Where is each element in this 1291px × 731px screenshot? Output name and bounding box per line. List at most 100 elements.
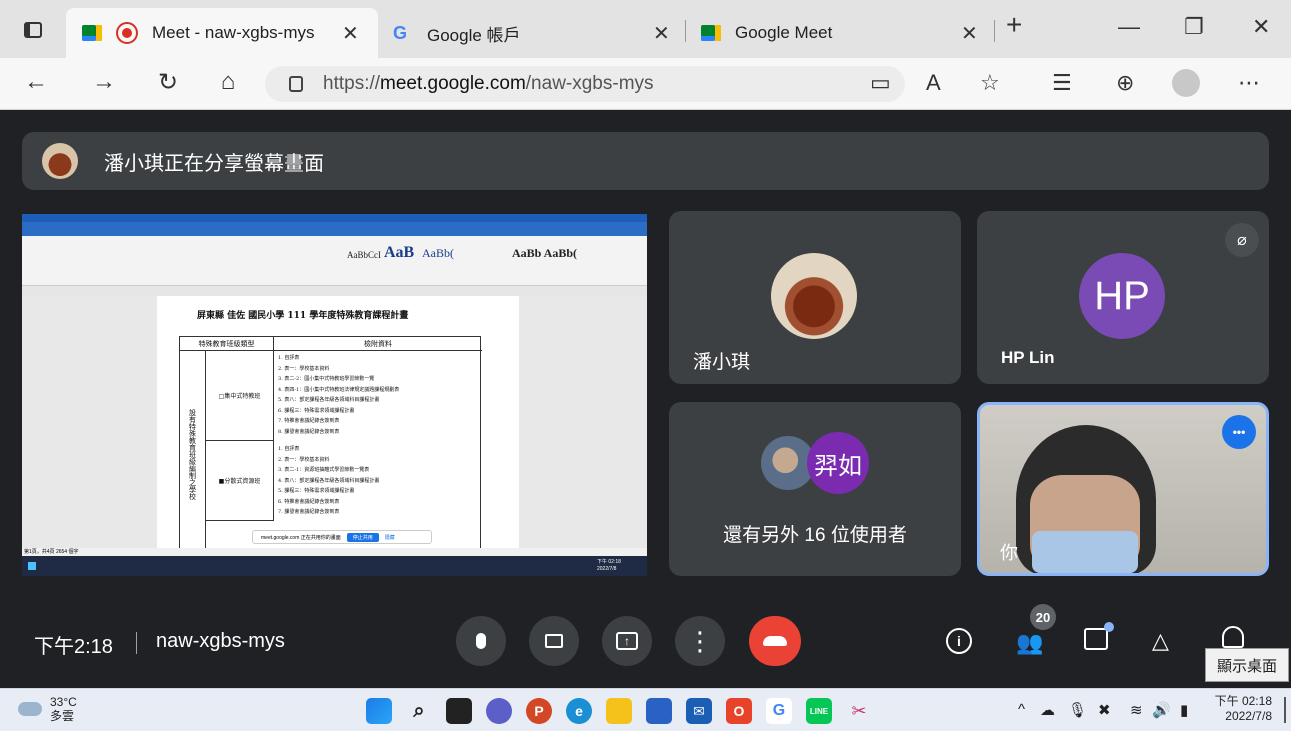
clock-time: 下午 02:18 [1214, 694, 1272, 708]
chrome-icon[interactable]: G [766, 698, 792, 724]
doc-table: 特殊教育班級類型 檢附資料 設有特殊教育班級編制之學校 □集中式特教班 ■分散式… [179, 336, 482, 548]
meeting-code: naw-xgbs-mys [156, 630, 285, 652]
search-icon[interactable]: ⌕ [406, 698, 432, 724]
back-icon[interactable]: ← [20, 68, 52, 96]
mail-icon[interactable]: ✉ [686, 698, 712, 724]
windows-start-icon [28, 562, 36, 570]
url-host: meet.google.com [380, 73, 526, 94]
volume-icon[interactable]: 🔊 [1152, 701, 1171, 719]
shared-screen: AaBbCcI AaB AaBb( AaBb AaBb( 屏東縣 佳佐 國民小學… [22, 214, 647, 576]
lock-icon [289, 76, 303, 92]
file-explorer-icon[interactable] [606, 698, 632, 724]
url-field[interactable]: https://meet.google.com/naw-xgbs-mys [265, 66, 905, 102]
doc-item: 7. 課發會會議紀錄含簽到表 [278, 509, 340, 515]
task-view-icon[interactable] [446, 698, 472, 724]
shared-taskbar: 下午 02:18 2022/7/8 [22, 556, 647, 576]
doc-item: 2. 表一：學校基本資料 [278, 456, 330, 463]
office-icon[interactable]: O [726, 698, 752, 724]
style-aabbcc: AaBbCcI [347, 250, 381, 260]
address-bar-row: ← → ↻ ⌂ https://meet.google.com/naw-xgbs… [0, 58, 1291, 110]
tab-meet[interactable]: Meet - naw-xgbs-mys ✕ [66, 8, 378, 58]
doc-col2: 檢附資料 [274, 337, 482, 351]
host-controls-icon[interactable] [1222, 626, 1244, 648]
snipping-tool-icon[interactable]: ✂ [846, 698, 872, 724]
tab-close-icon[interactable]: ✕ [961, 21, 978, 46]
self-mask [1032, 531, 1138, 573]
minimize-icon[interactable]: — [1118, 14, 1140, 40]
windows-taskbar: 33°C 多雲 ⌕ P e ✉ O G LINE ✂ ^ ☁ 🎙 ✖ ≋ 🔊 ▮… [0, 688, 1291, 731]
doc-title: 屏東縣 佳佐 國民小學 111 學年度特殊教育課程計畫 [197, 311, 409, 321]
taskbar-clock[interactable]: 下午 02:18 2022/7/8 [1214, 694, 1272, 724]
store-icon[interactable] [646, 698, 672, 724]
add-favorite-icon[interactable]: ☆ [980, 70, 1000, 96]
home-icon[interactable]: ⌂ [212, 68, 244, 96]
doc-item: 4. 表八：部定課程各年級各領域科目課程計畫 [278, 477, 380, 484]
participant-name: HP Lin [1001, 348, 1055, 367]
doc-item: 3. 表二-2：國小集中式特教班學習節數一覽 [278, 376, 375, 382]
refresh-icon[interactable]: ↻ [152, 68, 184, 97]
windows-start-icon[interactable] [366, 698, 392, 724]
teams-chat-icon[interactable] [486, 698, 512, 724]
self-tile[interactable]: ••• 你 [977, 402, 1269, 576]
chat-icon[interactable] [1084, 628, 1108, 650]
restore-icon[interactable]: ❐ [1184, 14, 1204, 40]
meeting-details-icon[interactable]: i [946, 628, 972, 654]
more-options-button[interactable]: ••• [1222, 415, 1256, 449]
mic-tray-icon[interactable]: 🎙 [1068, 701, 1087, 719]
doc-col1: 特殊教育班級類型 [180, 337, 274, 351]
doc-item: 6. 課程三：特殊需求領域課程計畫 [278, 407, 355, 414]
read-aloud-icon[interactable]: A [926, 70, 941, 96]
favorites-icon[interactable]: ☰ [1052, 70, 1072, 96]
screen: Meet - naw-xgbs-mys ✕ G Google 帳戶 ✕ Goog… [0, 0, 1291, 731]
collections-icon[interactable]: ⊕ [1116, 70, 1134, 96]
line-icon[interactable]: LINE [806, 698, 832, 724]
tab-close-icon[interactable]: ✕ [653, 21, 670, 46]
mic-button[interactable] [456, 616, 506, 666]
word-statusbar: 第1頁，共4頁 2654 個字 [22, 548, 647, 556]
activities-icon[interactable]: △ [1152, 628, 1169, 654]
onedrive-icon[interactable]: ☁ [1040, 701, 1055, 719]
style-aabb-bold: AaBb AaBb( [512, 246, 578, 260]
hide-share-bar-button[interactable]: 隱藏 [385, 534, 395, 541]
close-window-icon[interactable]: ✕ [1252, 14, 1270, 40]
more-options-button[interactable]: ⋮ [675, 616, 725, 666]
camera-button[interactable] [529, 616, 579, 666]
leave-call-button[interactable] [749, 616, 801, 666]
forward-icon[interactable]: → [88, 68, 120, 96]
word-toolbar: AaBbCcI AaB AaBb( AaBb AaBb( [22, 236, 647, 286]
tab-close-icon[interactable]: ✕ [342, 21, 359, 46]
more-icon[interactable]: ⋯ [1238, 70, 1260, 96]
doc-row1-label: □集中式特教班 [206, 351, 274, 441]
participant-tile[interactable]: ⌀ HP HP Lin [977, 211, 1269, 384]
cloud-icon [18, 702, 42, 716]
doc-item: 6. 特推會會議紀錄含簽到表 [278, 498, 340, 505]
weather-widget[interactable]: 33°C 多雲 [18, 695, 77, 723]
presenting-text: 潘小琪正在分享螢幕畫面 [104, 152, 324, 175]
mic-icon [476, 633, 486, 649]
participant-tile[interactable]: 潘小琪 [669, 211, 961, 384]
battery-icon[interactable]: ▮ [1180, 701, 1188, 719]
people-icon[interactable]: 👥 [1016, 630, 1043, 656]
new-tab-icon[interactable]: + [1006, 9, 1022, 41]
camera-icon[interactable]: ▭ [870, 70, 891, 96]
edge-icon[interactable]: e [566, 698, 592, 724]
tab-google-account[interactable]: G Google 帳戶 ✕ [385, 8, 685, 58]
tray-overflow-icon[interactable]: ^ [1018, 701, 1025, 718]
tab-actions-icon[interactable] [24, 22, 42, 38]
present-button[interactable]: ↑ [602, 616, 652, 666]
show-desktop-button[interactable] [1284, 697, 1286, 723]
doc-item: 1. 自評表 [278, 355, 300, 361]
stop-sharing-button[interactable]: 停止共用 [346, 532, 379, 542]
antivirus-icon[interactable]: ✖ [1098, 701, 1111, 719]
others-tile[interactable]: 羿如 還有另外 16 位使用者 [669, 402, 961, 576]
clock-date: 2022/7/8 [1225, 709, 1272, 723]
chat-notification-dot [1104, 622, 1114, 632]
profile-avatar[interactable] [1172, 69, 1200, 97]
wifi-icon[interactable]: ≋ [1130, 701, 1143, 719]
doc-item: 7. 特推會會議紀錄含簽到表 [278, 418, 340, 424]
tab-google-meet[interactable]: Google Meet ✕ [693, 8, 993, 58]
style-aab-big: AaB [384, 244, 415, 261]
powerpoint-icon[interactable]: P [526, 698, 552, 724]
doc-row1-items: 1. 自評表 2. 表一：學校基本資料 3. 表二-2：國小集中式特教班學習節數… [278, 353, 478, 437]
url-prefix: https:// [323, 73, 381, 94]
